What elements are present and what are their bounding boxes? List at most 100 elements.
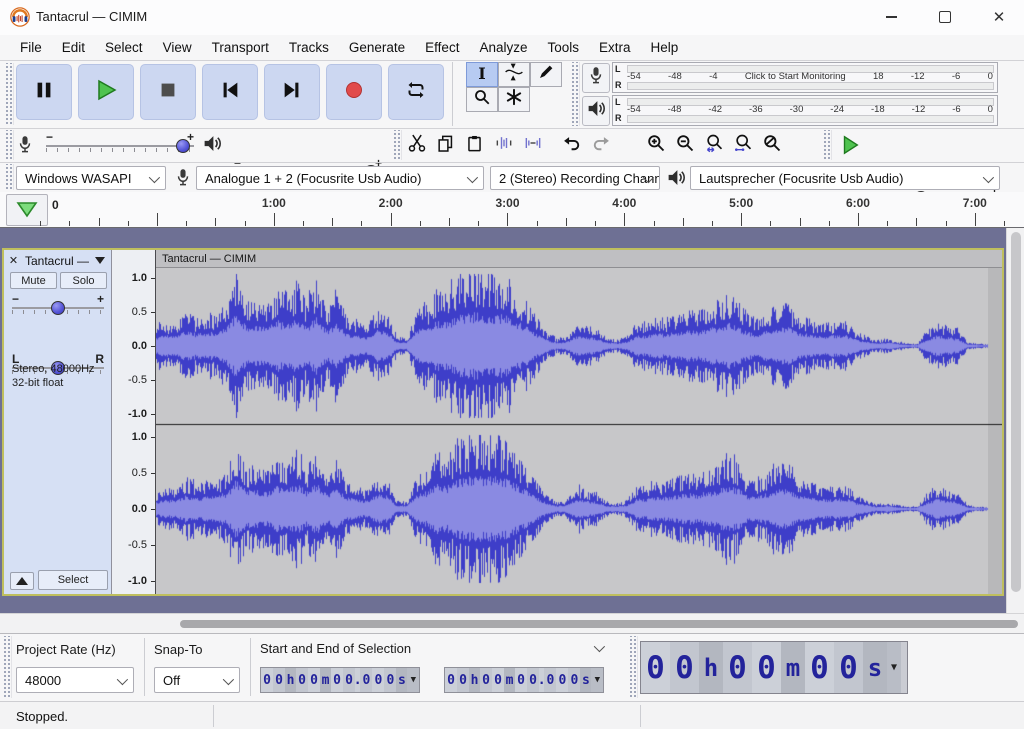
time-field-menu-icon[interactable]: ▼ <box>407 668 419 692</box>
horizontal-scrollbar[interactable] <box>0 613 1024 633</box>
playback-meter-button[interactable] <box>582 96 610 126</box>
edit-grabber[interactable] <box>392 130 402 160</box>
close-button[interactable]: ✕ <box>976 0 1022 34</box>
transport-grabber[interactable] <box>4 63 14 125</box>
zoom-tool-button[interactable] <box>466 87 498 112</box>
recording-meter[interactable]: L R -54-48-4Click to Start Monitoring18-… <box>612 62 998 93</box>
position-digit[interactable]: 0 <box>752 642 781 693</box>
playback-device-select[interactable]: Lautsprecher (Focusrite Usb Audio) <box>690 166 1000 190</box>
meter-grabber[interactable] <box>570 62 580 126</box>
position-unit[interactable]: m <box>781 642 805 693</box>
time-digit[interactable]: 0 <box>331 668 343 692</box>
time-digit[interactable]: 0 <box>296 668 308 692</box>
snap-to-select[interactable]: Off <box>154 667 240 693</box>
multi-tool-tool-button[interactable] <box>498 87 530 112</box>
pause-button[interactable] <box>16 64 72 120</box>
select-track-button[interactable]: Select <box>38 570 108 590</box>
time-unit[interactable]: m <box>320 668 331 692</box>
time-digit[interactable]: 0 <box>568 668 580 692</box>
device-grabber[interactable] <box>4 164 14 190</box>
selection-tool-button[interactable]: I <box>466 62 498 87</box>
time-unit[interactable]: h <box>469 668 480 692</box>
vertical-scrollbar-thumb[interactable] <box>1011 232 1021 592</box>
time-unit[interactable]: s <box>396 668 407 692</box>
time-grabber[interactable] <box>628 636 638 698</box>
mixer-grabber[interactable] <box>4 130 14 160</box>
menu-transport[interactable]: Transport <box>202 38 279 57</box>
mute-button[interactable]: Mute <box>10 272 57 289</box>
envelope-tool-button[interactable] <box>498 62 530 87</box>
minimize-button[interactable] <box>868 0 914 34</box>
position-digit[interactable]: 0 <box>670 642 699 693</box>
time-unit[interactable]: m <box>504 668 515 692</box>
clip-title-bar[interactable]: Tantacrul — CIMIM <box>156 250 1002 268</box>
menu-tools[interactable]: Tools <box>537 38 589 57</box>
zoom-out-button[interactable] <box>670 131 699 160</box>
time-unit[interactable]: h <box>285 668 296 692</box>
play-at-speed-grabber[interactable] <box>822 130 832 160</box>
menu-help[interactable]: Help <box>641 38 689 57</box>
time-field-menu-icon[interactable]: ▼ <box>591 668 603 692</box>
position-unit[interactable]: s <box>863 642 887 693</box>
record-button[interactable] <box>326 64 382 120</box>
slider-thumb[interactable] <box>51 301 65 315</box>
time-digit[interactable]: 0 <box>360 668 372 692</box>
skip-to-start-button[interactable] <box>202 64 258 120</box>
selection-start-field[interactable]: 00h00m00.000s▼ <box>260 667 420 693</box>
selection-grabber[interactable] <box>2 636 12 698</box>
audio-position-display[interactable]: 00h00m00s▼ <box>640 641 908 694</box>
track-menu-icon[interactable] <box>95 257 105 264</box>
menu-generate[interactable]: Generate <box>339 38 415 57</box>
time-digit[interactable]: 0 <box>445 668 457 692</box>
zoom-toggle-button[interactable] <box>757 131 786 160</box>
zoom-fit-button[interactable] <box>728 131 757 160</box>
position-digit[interactable]: 0 <box>805 642 834 693</box>
silence-button[interactable] <box>518 131 547 160</box>
timeline-pin-button[interactable] <box>6 194 48 226</box>
timeline-ruler[interactable]: 0 1:002:003:004:005:006:007:00 <box>0 192 1024 228</box>
record-meter-button[interactable] <box>582 63 610 93</box>
menu-view[interactable]: View <box>153 38 202 57</box>
play-at-speed-button[interactable] <box>834 131 866 159</box>
redo-button[interactable] <box>586 131 615 160</box>
maximize-button[interactable] <box>922 0 968 34</box>
time-digit[interactable]: 0 <box>544 668 556 692</box>
cut-button[interactable] <box>402 131 431 160</box>
time-digit[interactable]: 0 <box>457 668 469 692</box>
time-digit[interactable]: 0 <box>384 668 396 692</box>
menu-analyze[interactable]: Analyze <box>469 38 537 57</box>
project-rate-select[interactable]: 48000 <box>16 667 134 693</box>
skip-to-end-button[interactable] <box>264 64 320 120</box>
menu-file[interactable]: File <box>10 38 52 57</box>
playback-meter[interactable]: L R -54-48-42-36-30-24-18-12-60 <box>612 95 998 126</box>
zoom-in-button[interactable] <box>641 131 670 160</box>
slider-thumb[interactable] <box>176 139 190 153</box>
zoom-selection-button[interactable] <box>699 131 728 160</box>
track-name[interactable]: Tantacrul — <box>25 254 89 268</box>
waveform-canvas[interactable] <box>156 268 1002 594</box>
gain-slider[interactable]: −+ <box>12 294 104 320</box>
recording-volume-slider[interactable]: −+ <box>46 132 194 158</box>
solo-button[interactable]: Solo <box>60 272 107 289</box>
position-field-menu-icon[interactable]: ▼ <box>887 642 901 693</box>
trim-button[interactable] <box>489 131 518 160</box>
play-button[interactable] <box>78 64 134 120</box>
menu-extra[interactable]: Extra <box>589 38 641 57</box>
stop-button[interactable] <box>140 64 196 120</box>
position-digit[interactable]: 0 <box>834 642 863 693</box>
close-track-button[interactable]: ✕ <box>6 253 21 268</box>
horizontal-scrollbar-thumb[interactable] <box>180 620 1018 628</box>
vertical-scale-ruler[interactable]: 1.00.50.0-0.5-1.01.00.50.0-0.5-1.0 <box>112 250 156 594</box>
menu-tracks[interactable]: Tracks <box>279 38 339 57</box>
time-digit[interactable]: 0 <box>273 668 285 692</box>
recording-device-select[interactable]: Analogue 1 + 2 (Focusrite Usb Audio) <box>196 166 484 190</box>
position-digit[interactable]: 0 <box>641 642 670 693</box>
draw-tool-button[interactable] <box>530 62 562 87</box>
time-digit[interactable]: 0 <box>480 668 492 692</box>
selection-mode-select[interactable]: Start and End of Selection <box>260 640 616 662</box>
undo-button[interactable] <box>557 131 586 160</box>
menu-edit[interactable]: Edit <box>52 38 95 57</box>
selection-end-field[interactable]: 00h00m00.000s▼ <box>444 667 604 693</box>
time-digit[interactable]: 0 <box>556 668 568 692</box>
time-digit[interactable]: 0 <box>308 668 320 692</box>
